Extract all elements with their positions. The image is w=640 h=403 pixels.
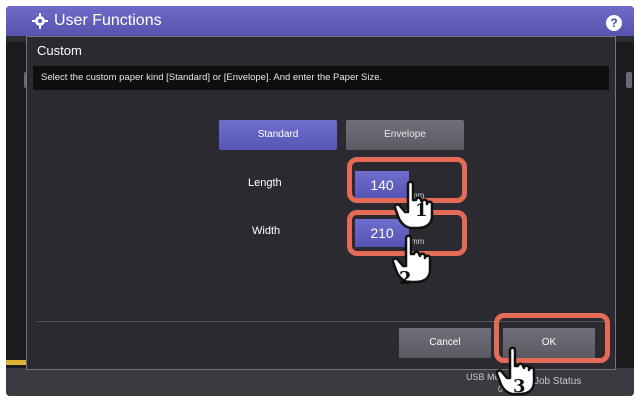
instruction-bar: Select the custom paper kind [Standard] …	[33, 66, 609, 90]
hand-pointer-icon	[391, 234, 432, 284]
help-button[interactable]: ?	[606, 15, 622, 31]
dialog-title: Custom	[37, 43, 82, 58]
app-header: User Functions ?	[6, 6, 634, 36]
right-side-tab	[626, 72, 632, 88]
step-number-3: 3	[513, 376, 526, 397]
app-title: User Functions	[54, 12, 162, 29]
width-label: Width	[252, 225, 281, 237]
cancel-button[interactable]: Cancel	[399, 328, 491, 358]
instruction-text: Select the custom paper kind [Standard] …	[41, 72, 383, 83]
gear-icon	[32, 13, 48, 29]
hand-pointer-icon	[393, 180, 434, 230]
job-status-button[interactable]: Job Status	[534, 376, 581, 387]
step-number-1: 1	[415, 200, 428, 221]
step-number-2: 2	[399, 268, 412, 289]
envelope-button[interactable]: Envelope	[346, 120, 464, 150]
standard-button[interactable]: Standard	[219, 120, 337, 150]
length-label: Length	[248, 177, 282, 189]
